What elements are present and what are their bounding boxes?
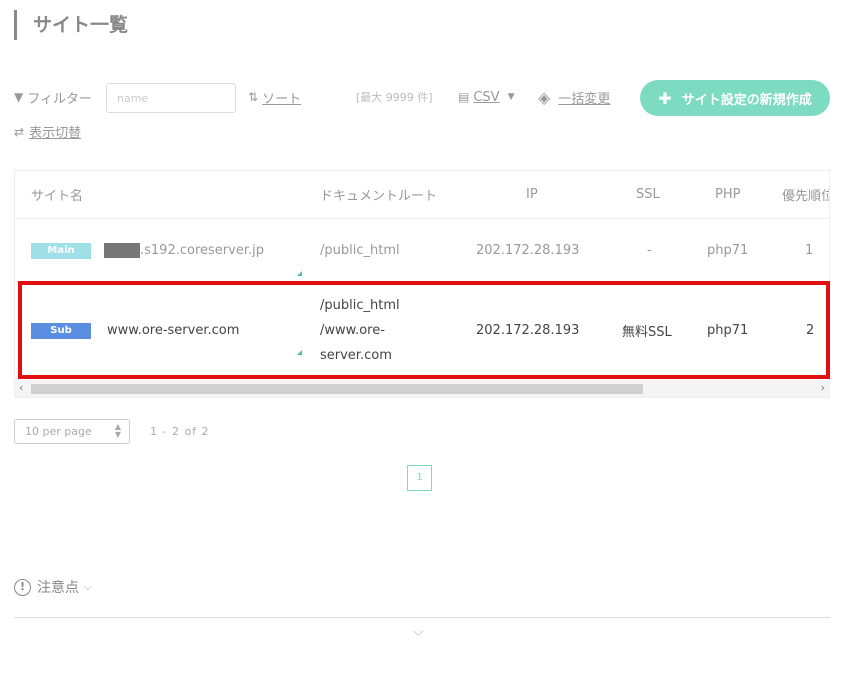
priority: 2 (806, 323, 815, 338)
sort-label[interactable]: ソート (262, 88, 301, 107)
ssl-status: 無料SSL (622, 325, 672, 340)
horizontal-scrollbar[interactable]: ‹ › (15, 380, 829, 397)
column-ip[interactable]: IP (526, 171, 538, 218)
ip-address: 202.172.28.193 (476, 323, 580, 338)
ssl-status: - (647, 243, 652, 258)
updown-icon: ▲ ▼ (114, 422, 121, 439)
new-site-button-label: サイト設定の新規作成 (681, 92, 812, 108)
redacted-block (104, 243, 140, 258)
csv-label[interactable]: CSV (473, 90, 499, 105)
layers-icon: ◈ (538, 87, 551, 107)
bulk-change-label[interactable]: 一括変更 (558, 88, 610, 107)
display-switch[interactable]: ⇄ 表示切替 (14, 122, 81, 142)
sort-icon: ⇅ (248, 90, 259, 104)
column-doc-root[interactable]: ドキュメントルート (320, 171, 437, 218)
main-badge: Main (31, 242, 91, 259)
pagination-range: 1 - 2 of 2 (150, 425, 210, 438)
toolbar: ▼ フィルター ⇅ ソート [最大 9999 件] ▤ CSV ▼ ◈ 一括変更… (14, 80, 844, 120)
csv-button[interactable]: ▤ CSV ▼ (458, 80, 515, 114)
new-site-button[interactable]: ✚ サイト設定の新規作成 (640, 80, 830, 116)
column-ssl[interactable]: SSL (636, 171, 660, 218)
table-header: サイト名 ドキュメントルート IP SSL PHP 優先順位 (15, 171, 829, 219)
column-php[interactable]: PHP (715, 171, 740, 218)
divider (14, 617, 830, 618)
site-name[interactable]: www.ore-server.com (107, 283, 239, 378)
column-site-name[interactable]: サイト名 (31, 171, 83, 218)
php-version: php71 (707, 323, 749, 338)
filter-icon: ▼ (14, 90, 24, 104)
bulk-change-button[interactable]: ◈ 一括変更 (538, 80, 610, 114)
scrollbar-thumb[interactable] (31, 384, 643, 394)
exclamation-icon: ! (14, 578, 31, 596)
doc-root: /public_html /www.ore- server.com (320, 298, 400, 363)
document-icon: ▤ (458, 90, 470, 104)
doc-root: /public_html (320, 243, 400, 258)
page-button[interactable]: 1 (407, 465, 432, 491)
caret-down-icon: ▼ (507, 92, 515, 102)
filter-label[interactable]: ▼ フィルター (14, 80, 92, 114)
resize-corner-icon (297, 350, 302, 355)
resize-corner-icon (297, 271, 302, 276)
sort-button[interactable]: ⇅ ソート (248, 80, 301, 114)
site-name[interactable]: .s192.coreserver.jp (140, 243, 264, 258)
max-count-label: [最大 9999 件] (356, 91, 433, 104)
table-row[interactable]: Sub www.ore-server.com /public_html /www… (15, 283, 829, 378)
scroll-right-icon[interactable]: › (821, 381, 825, 394)
page-title: サイト一覧 (14, 10, 128, 40)
priority: 1 (805, 243, 814, 258)
per-page-select[interactable]: 10 per page ▲ ▼ (14, 419, 130, 444)
column-priority[interactable]: 優先順位 (782, 171, 829, 218)
plus-icon: ✚ (658, 88, 672, 108)
chevron-down-icon[interactable]: ⌵ (413, 624, 424, 640)
scroll-left-icon[interactable]: ‹ (19, 381, 23, 394)
display-switch-label[interactable]: 表示切替 (29, 122, 81, 141)
php-version: php71 (707, 243, 749, 258)
swap-icon: ⇄ (14, 124, 25, 139)
ip-address: 202.172.28.193 (476, 243, 580, 258)
chevron-down-icon: ⌵ (84, 581, 92, 593)
site-table: サイト名 ドキュメントルート IP SSL PHP 優先順位 Main .s19… (14, 170, 830, 398)
notes-label: 注意点 (37, 580, 79, 596)
sub-badge: Sub (31, 322, 91, 339)
notes-toggle[interactable]: ! 注意点 ⌵ (14, 577, 92, 597)
filter-input[interactable] (106, 83, 236, 113)
table-row[interactable]: Main .s192.coreserver.jp /public_html 20… (15, 220, 829, 282)
